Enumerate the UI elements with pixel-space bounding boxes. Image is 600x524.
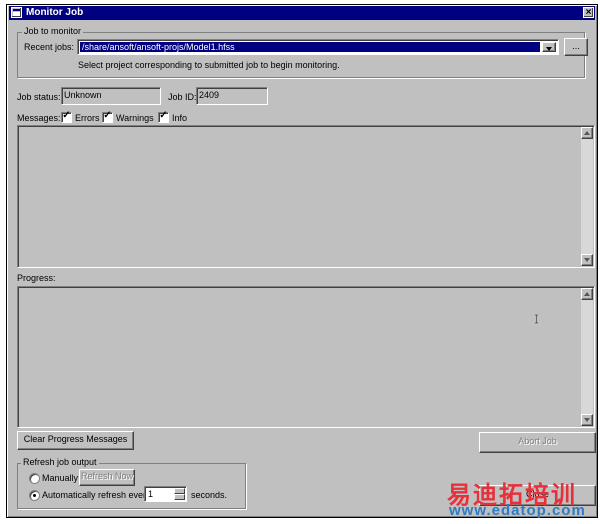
clear-progress-messages-button[interactable]: Clear Progress Messages xyxy=(17,431,134,450)
warnings-checkbox[interactable]: ✓ xyxy=(102,110,113,123)
refresh-interval-value: 1 xyxy=(148,489,154,499)
messages-scroll-up-button[interactable] xyxy=(581,127,593,139)
arrow-down-icon xyxy=(584,418,590,422)
refresh-interval-stepper[interactable]: 1 xyxy=(144,486,187,502)
abort-job-label: Abort Job xyxy=(518,436,557,446)
check-icon: ✓ xyxy=(103,110,112,121)
errors-checkbox[interactable]: ✓ xyxy=(61,110,72,123)
check-icon: ✓ xyxy=(62,110,71,121)
arrow-up-icon xyxy=(584,292,590,296)
recent-jobs-combobox[interactable]: /share/ansoft/ansoft-projs/Model1.hfss xyxy=(77,39,559,55)
watermark-url: www.edatop.com xyxy=(449,502,586,519)
window-icon xyxy=(11,7,22,18)
manually-radio-label[interactable]: Manually xyxy=(42,472,78,484)
check-icon: ✓ xyxy=(159,110,168,121)
progress-scrollbar[interactable] xyxy=(581,288,593,426)
clear-progress-messages-label: Clear Progress Messages xyxy=(23,434,128,444)
info-checkbox-label[interactable]: Info xyxy=(172,112,187,124)
select-project-hint: Select project corresponding to submitte… xyxy=(78,60,340,70)
errors-checkbox-label[interactable]: Errors xyxy=(75,112,100,124)
arrow-up-icon xyxy=(584,131,590,135)
progress-scroll-down-button[interactable] xyxy=(581,414,593,426)
recent-jobs-value: /share/ansoft/ansoft-projs/Model1.hfss xyxy=(80,42,540,52)
radio-selected-dot xyxy=(33,494,36,497)
abort-job-button[interactable]: Abort Job xyxy=(479,432,596,453)
browse-button[interactable]: ... xyxy=(564,38,588,56)
messages-label: Messages: xyxy=(17,113,61,123)
recent-jobs-dropdown-button[interactable] xyxy=(542,42,556,52)
auto-refresh-radio[interactable] xyxy=(29,490,40,501)
messages-scrollbar[interactable] xyxy=(581,127,593,266)
job-id-label: Job ID: xyxy=(168,92,197,102)
auto-refresh-label[interactable]: Automatically refresh every xyxy=(42,489,151,501)
refresh-now-label: Refresh Now xyxy=(80,471,134,481)
manually-radio[interactable] xyxy=(29,473,40,484)
refresh-now-button[interactable]: Refresh Now xyxy=(79,469,135,486)
job-status-field: Unknown xyxy=(61,87,161,105)
job-to-monitor-legend: Job to monitor xyxy=(22,26,84,37)
info-checkbox[interactable]: ✓ xyxy=(158,110,169,123)
interval-decrement-button[interactable] xyxy=(174,494,185,500)
recent-jobs-label: Recent jobs: xyxy=(24,42,75,52)
progress-scroll-up-button[interactable] xyxy=(581,288,593,300)
refresh-job-output-legend: Refresh job output xyxy=(21,457,99,468)
messages-textarea[interactable] xyxy=(17,125,595,268)
progress-textarea[interactable] xyxy=(17,286,595,428)
browse-button-label: ... xyxy=(572,41,580,51)
title-bar[interactable]: Monitor Job × xyxy=(9,6,595,20)
job-id-field: 2409 xyxy=(196,87,268,105)
monitor-job-dialog: Monitor Job × Job to monitor Recent jobs… xyxy=(6,4,598,518)
job-status-label: Job status: xyxy=(17,92,61,102)
window-title: Monitor Job xyxy=(26,7,84,18)
progress-label: Progress: xyxy=(17,273,56,283)
chevron-down-icon xyxy=(546,47,552,51)
arrow-down-icon xyxy=(584,258,590,262)
text-cursor-icon xyxy=(535,314,538,324)
warnings-checkbox-label[interactable]: Warnings xyxy=(116,112,154,124)
close-window-button[interactable]: × xyxy=(583,7,594,18)
seconds-label: seconds. xyxy=(191,490,228,500)
messages-scroll-down-button[interactable] xyxy=(581,254,593,266)
